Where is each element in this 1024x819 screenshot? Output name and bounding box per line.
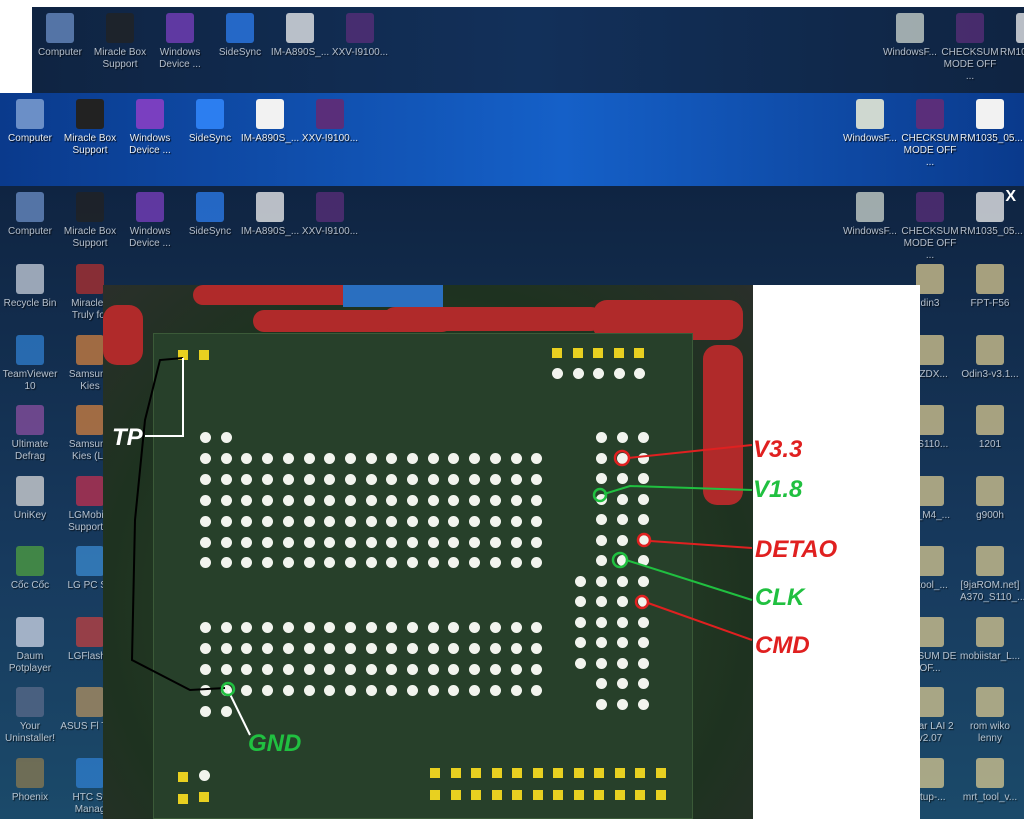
label-detao: DETAO (755, 536, 838, 563)
label-v18: V1.8 (753, 476, 803, 503)
label-clk: CLK (755, 584, 805, 611)
label-cmd: CMD (755, 632, 810, 659)
label-v33: V3.3 (753, 436, 803, 463)
label-gnd: GND (248, 730, 302, 757)
label-tp: TP (112, 424, 143, 451)
annotation-lines (130, 357, 753, 736)
